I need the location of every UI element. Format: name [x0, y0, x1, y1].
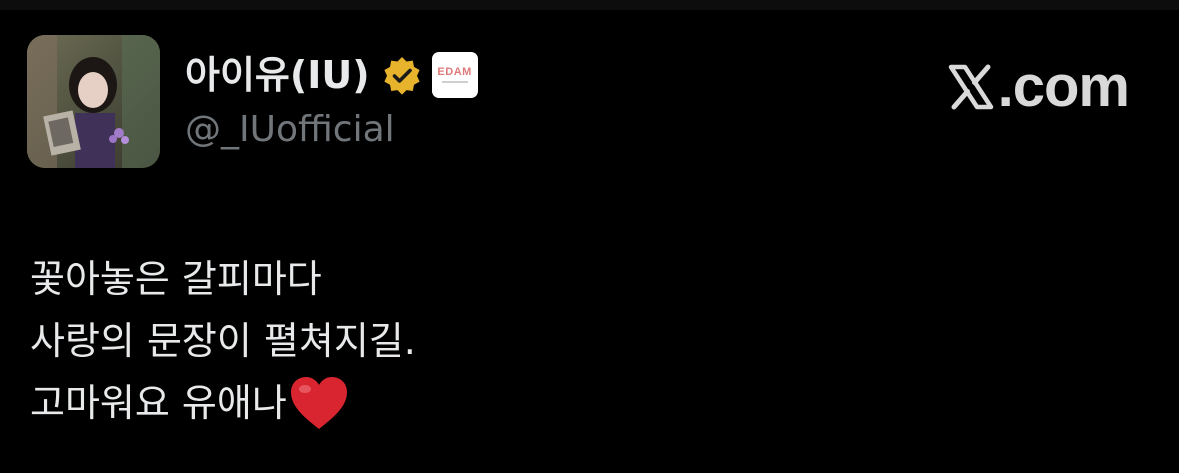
affiliate-badge-text: EDAM — [437, 66, 472, 78]
tweet-text: 꽃아놓은 갈피마다 사랑의 문장이 펼쳐지길. 고마워요 유애나 — [30, 248, 1130, 434]
brand-text: .com — [997, 54, 1130, 119]
verified-badge-icon — [384, 57, 420, 95]
tweet-card: 아이유(IU) EDAM @_IUofficial .com 꽃아놓은 갈피마다… — [0, 0, 1179, 473]
x-logo-icon — [948, 64, 993, 110]
heart-icon — [290, 377, 347, 429]
tweet-line-1: 꽃아놓은 갈피마다 — [30, 248, 1130, 310]
avatar-image — [27, 35, 160, 168]
author-handle[interactable]: @_IUofficial — [185, 105, 395, 155]
tweet-line-2: 사랑의 문장이 펼쳐지길. — [30, 310, 1130, 372]
brand-watermark: .com — [948, 54, 1130, 119]
tweet-line-3: 고마워요 유애나 — [30, 372, 1130, 434]
display-name[interactable]: 아이유(IU) — [185, 50, 370, 100]
tweet-line-3-text: 고마워요 유애나 — [30, 381, 287, 425]
tweet-line-2-text: 사랑의 문장이 펼쳐지길. — [30, 319, 416, 363]
author-name-row: 아이유(IU) EDAM — [185, 50, 478, 100]
tweet-line-1-text: 꽃아놓은 갈피마다 — [30, 257, 322, 301]
avatar[interactable] — [27, 35, 160, 168]
affiliate-badge-underline — [441, 81, 468, 83]
top-strip — [0, 0, 1179, 10]
affiliate-badge[interactable]: EDAM — [431, 52, 478, 98]
